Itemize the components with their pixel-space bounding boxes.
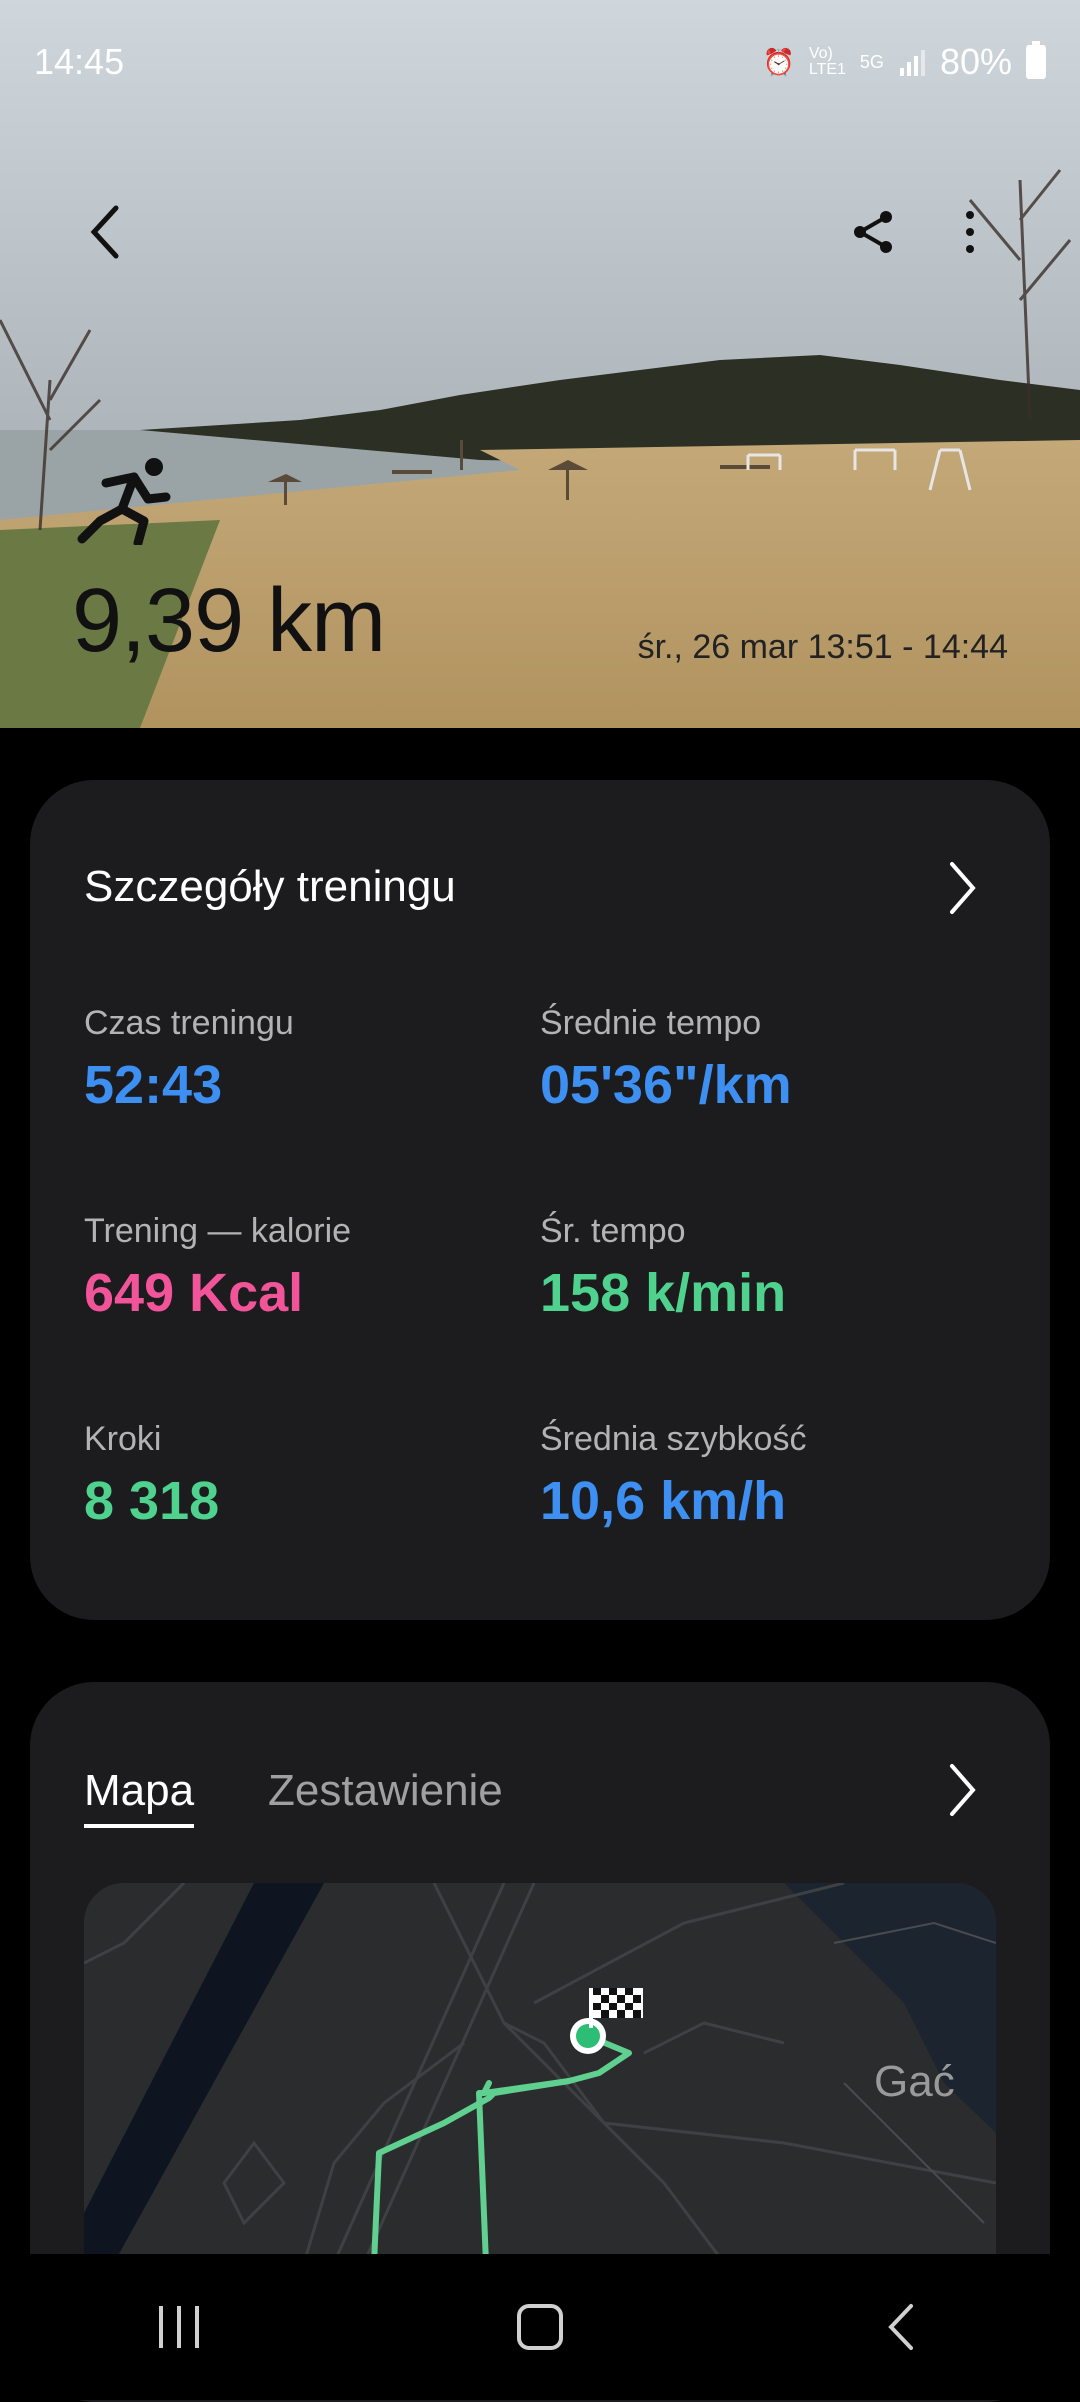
workout-datetime: śr., 26 mar 13:51 - 14:44 (637, 628, 1008, 666)
tab-map[interactable]: Mapa (84, 1766, 195, 1828)
chevron-right-icon (950, 1764, 976, 1816)
stat-value-avg-speed: 10,6 km/h (540, 1471, 787, 1531)
route-map[interactable]: Gać (84, 1883, 996, 2263)
stat-value-workout-time: 52:43 (84, 1055, 223, 1115)
recent-apps-button[interactable] (120, 2267, 240, 2387)
running-icon (77, 458, 171, 545)
tab-summary[interactable]: Zestawienie (268, 1766, 503, 1816)
signal-icon (899, 50, 925, 76)
system-navigation-bar (0, 2254, 1080, 2400)
home-button[interactable] (480, 2267, 600, 2387)
stat-label-avg-speed: Średnia szybkość (540, 1420, 807, 1458)
recent-apps-icon (159, 2306, 199, 2348)
back-nav-button[interactable] (840, 2267, 960, 2387)
stat-value-calories: 649 Kcal (84, 1263, 304, 1323)
volte-icon: Vo) LTE1 (808, 45, 846, 78)
battery-percent: 80% (939, 41, 1012, 82)
share-button[interactable] (833, 192, 913, 272)
stat-label-avg-pace: Średnie tempo (540, 1004, 762, 1042)
more-options-button[interactable] (930, 192, 1010, 272)
battery-icon (1026, 41, 1046, 79)
status-bar: 14:45 ⏰ Vo) LTE1 5G 80% (34, 38, 1046, 86)
stat-value-steps: 8 318 (84, 1471, 220, 1531)
back-button[interactable] (66, 192, 146, 272)
details-open-button[interactable] (932, 858, 992, 918)
more-vert-icon (966, 211, 974, 253)
alarm-icon: ⏰ (762, 46, 795, 77)
map-open-button[interactable] (932, 1760, 992, 1820)
5g-icon: 5G (859, 51, 884, 72)
workout-distance: 9,39 km (72, 571, 386, 671)
chevron-right-icon (950, 862, 976, 914)
stat-value-cadence: 158 k/min (540, 1263, 787, 1323)
stat-label-workout-time: Czas treningu (84, 1004, 294, 1042)
stat-label-steps: Kroki (84, 1420, 162, 1458)
stat-label-cadence: Śr. tempo (540, 1212, 686, 1250)
map-place-label: Gać (874, 2057, 955, 2106)
hero-photo: 14:45 ⏰ Vo) LTE1 5G 80% 9,39 km śr., 26 … (0, 0, 1080, 728)
stat-value-avg-pace: 05'36"/km (540, 1055, 792, 1115)
back-icon (888, 2304, 913, 2350)
stat-label-calories: Trening — kalorie (84, 1212, 352, 1250)
share-icon (854, 211, 892, 253)
home-icon (517, 2304, 563, 2350)
chevron-left-icon (90, 205, 119, 259)
map-canvas (84, 1883, 996, 2263)
status-time: 14:45 (34, 41, 125, 82)
details-title: Szczegóły treningu (84, 862, 456, 911)
